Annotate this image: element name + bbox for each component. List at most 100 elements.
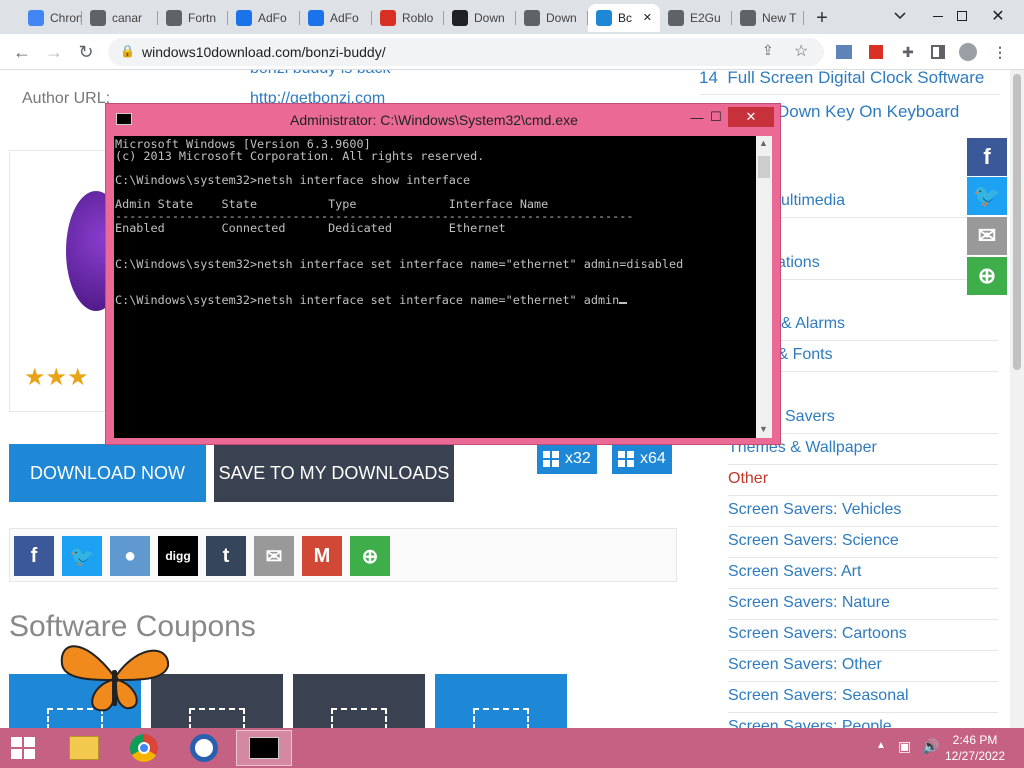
cmd-window[interactable]: Administrator: C:\Windows\System32\cmd.e… [105,103,781,445]
tab-title: Chron [50,11,82,25]
reddit-icon: ● [123,544,137,567]
close-tab-icon[interactable]: ✕ [643,11,652,24]
twitter-share-button[interactable]: 🐦 [62,536,102,576]
divider [728,464,998,465]
scroll-up-icon[interactable]: ▲ [759,138,768,148]
email-share-button[interactable]: ✉ [254,536,294,576]
scroll-down-icon[interactable]: ▼ [759,424,768,434]
divider [728,650,998,651]
browser-tab[interactable]: Down [444,4,516,32]
volume-icon[interactable]: 🔊 [922,738,939,755]
extension-icon[interactable] [834,42,854,62]
star-icon: ★ [67,364,89,391]
taskbar-search-app[interactable] [176,730,232,766]
browser-tab[interactable]: Down [516,4,588,32]
sidebar-category-item[interactable]: Screen Savers: Science [728,532,899,550]
download-now-button[interactable]: DOWNLOAD NOW [9,444,206,502]
tab-favicon-icon [380,10,396,26]
floating-facebook-button[interactable]: f [967,138,1007,176]
gmail-share-button[interactable]: M [302,536,342,576]
sidebar-popular-item[interactable]: Down Key On Keyboard [777,102,959,122]
reddit-share-button[interactable]: ● [110,536,150,576]
browser-tab[interactable]: canar [82,4,158,32]
taskbar-clock[interactable]: 2:46 PM 12/27/2022 [940,732,1010,764]
divider [728,619,998,620]
sidebar-category-item[interactable]: Screen Savers: People [728,718,892,728]
forward-button[interactable]: → [42,40,66,64]
sidebar-category-item[interactable]: & Alarms [781,315,845,333]
address-bar[interactable]: 🔒 windows10download.com/bonzi-buddy/ ⇪ ☆ [108,38,824,66]
sidebar-category-item[interactable]: Screen Savers: Nature [728,594,890,612]
tab-search-button[interactable] [880,0,920,32]
browser-tab[interactable]: AdFo [228,4,300,32]
x64-download-button[interactable]: x64 [612,444,672,474]
sidepanel-icon[interactable] [928,42,948,62]
extension-red-icon[interactable] [866,42,886,62]
restore-button[interactable] [942,0,982,32]
star-icon: ★ [45,364,68,391]
floating-twitter-button[interactable]: 🐦 [967,177,1007,215]
taskbar-chrome[interactable] [116,730,172,766]
browser-tab[interactable]: Chron [20,4,82,32]
share-icon[interactable]: ⇪ [762,42,774,59]
sidebar-category-item[interactable]: Savers [785,408,835,426]
browser-tab[interactable]: Roblo [372,4,444,32]
url-text: windows10download.com/bonzi-buddy/ [142,44,386,60]
cmd-maximize-button[interactable]: ☐ [706,107,726,127]
facebook-share-button[interactable]: f [14,536,54,576]
sidebar-category-item[interactable]: Screen Savers: Art [728,563,861,581]
coupon-card[interactable] [435,674,567,728]
cmd-title-bar[interactable]: Administrator: C:\Windows\System32\cmd.e… [106,104,782,134]
more-share-icon: ⊕ [977,263,997,288]
cmd-close-button[interactable]: ✕ [728,107,774,127]
new-tab-button[interactable]: + [808,4,836,32]
tumblr-share-button[interactable]: t [206,536,246,576]
cmd-scrollbar-thumb[interactable] [758,156,770,178]
butterfly-icon [60,645,170,712]
floating-more-share-button[interactable]: ⊕ [967,257,1007,295]
sidebar-category-item[interactable]: Screen Savers: Vehicles [728,501,901,519]
taskbar-file-explorer[interactable] [56,730,112,766]
divider [728,557,998,558]
sidebar-category-item[interactable]: Screen Savers: Cartoons [728,625,907,643]
sidebar-category-item[interactable]: Other [728,470,768,488]
close-window-button[interactable]: ✕ [978,0,1018,32]
close-icon: ✕ [991,8,1005,25]
sidebar-category-item[interactable]: Screen Savers: Seasonal [728,687,909,705]
tray-expand-icon[interactable]: ▲ [876,740,886,751]
puzzle-icon[interactable]: ✚ [898,42,918,62]
partial-heading-text: bonzi buddy is back [250,70,391,78]
browser-tab[interactable]: E2Gu [660,4,732,32]
sidebar-popular-item-14[interactable]: 14 Full Screen Digital Clock Software [699,70,984,88]
browser-tab[interactable]: Fortn [158,4,228,32]
start-button[interactable] [0,730,46,766]
more-share-button[interactable]: ⊕ [350,536,390,576]
menu-dots-icon[interactable]: ⋮ [990,42,1010,62]
scrollbar-thumb[interactable] [1013,74,1021,370]
sidebar-category-item[interactable]: ations [777,254,820,272]
browser-tab[interactable]: New T [732,4,804,32]
divider [728,588,998,589]
sidebar-category-item[interactable]: ultimedia [781,192,845,210]
save-to-downloads-button[interactable]: SAVE TO MY DOWNLOADS [214,444,454,502]
page-scrollbar[interactable] [1010,70,1024,728]
coupon-card[interactable] [293,674,425,728]
restore-icon [957,11,967,21]
reload-button[interactable]: ↻ [74,40,98,64]
browser-tab[interactable]: Bc ✕ [588,4,660,32]
taskbar-cmd[interactable] [236,730,292,766]
browser-tab[interactable]: AdFo [300,4,372,32]
network-icon[interactable]: ▣ [898,738,911,755]
floating-email-button[interactable]: ✉ [967,217,1007,255]
cmd-scrollbar[interactable]: ▲ ▼ [756,136,772,438]
profile-avatar[interactable] [958,42,978,62]
cmd-app-icon [116,113,132,125]
cmd-console-output[interactable]: Microsoft Windows [Version 6.3.9600] (c)… [114,136,756,438]
tab-favicon-icon [90,10,106,26]
x32-download-button[interactable]: x32 [537,444,597,474]
bookmark-star-icon[interactable]: ☆ [794,41,808,61]
back-button[interactable]: ← [10,40,34,64]
sidebar-category-item[interactable]: Screen Savers: Other [728,656,882,674]
digg-share-button[interactable]: digg [158,536,198,576]
windows-logo-icon [543,451,559,467]
